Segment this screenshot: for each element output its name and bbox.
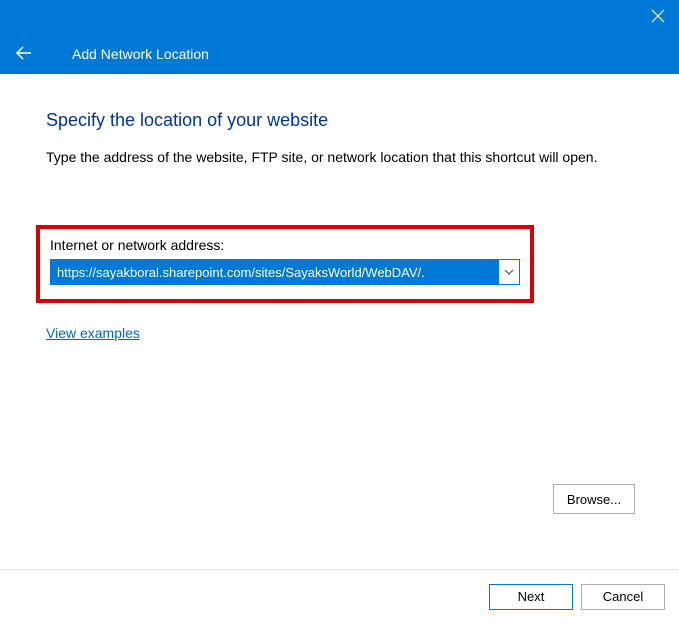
back-icon[interactable] bbox=[14, 43, 72, 66]
address-section: Internet or network address: bbox=[36, 225, 534, 303]
view-examples-link[interactable]: View examples bbox=[46, 325, 140, 341]
page-subtext: Type the address of the website, FTP sit… bbox=[46, 149, 633, 165]
chevron-down-icon[interactable] bbox=[499, 260, 519, 284]
next-button[interactable]: Next bbox=[489, 584, 573, 610]
content-area: Specify the location of your website Typ… bbox=[0, 74, 679, 165]
browse-button[interactable]: Browse... bbox=[553, 484, 635, 514]
close-icon[interactable] bbox=[651, 9, 665, 26]
address-combobox[interactable] bbox=[50, 259, 520, 285]
page-heading: Specify the location of your website bbox=[46, 110, 633, 131]
wizard-header: Add Network Location bbox=[0, 34, 679, 74]
cancel-button[interactable]: Cancel bbox=[581, 584, 665, 610]
address-label: Internet or network address: bbox=[50, 237, 520, 253]
address-input[interactable] bbox=[51, 260, 499, 284]
title-bar bbox=[0, 0, 679, 34]
wizard-footer: Next Cancel bbox=[0, 569, 679, 623]
wizard-title: Add Network Location bbox=[72, 46, 209, 62]
